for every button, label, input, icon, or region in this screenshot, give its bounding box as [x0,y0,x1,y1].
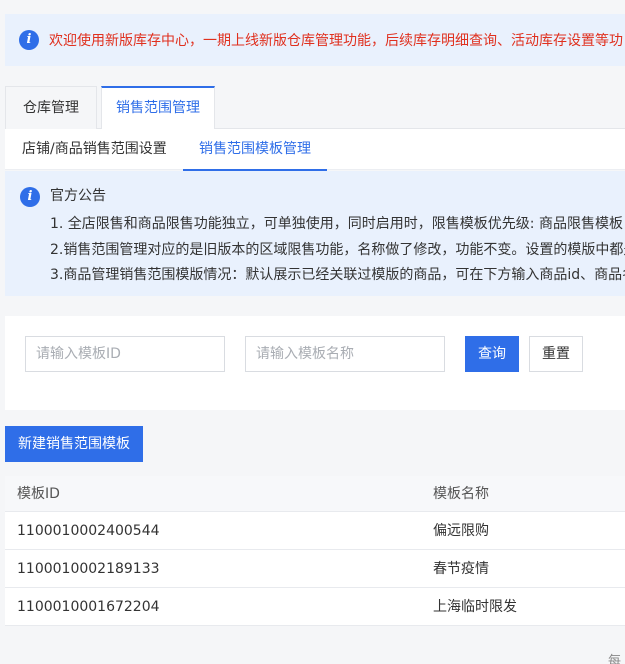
reset-button[interactable]: 重置 [529,336,583,372]
template-id-input[interactable] [25,336,225,372]
search-panel: 查询 重置 [5,316,625,410]
tab-sales-scope-management[interactable]: 销售范围管理 [101,86,215,130]
template-table: 模板ID 模板名称 1100010002400544 偏远限购 11000100… [5,476,625,626]
column-header-template-name: 模板名称 [433,486,489,502]
table-row[interactable]: 1100010002400544 偏远限购 [5,512,625,550]
template-id-cell: 1100010001672204 [17,599,160,615]
table-row[interactable]: 1100010001672204 上海临时限发 [5,588,625,626]
template-name-input[interactable] [245,336,445,372]
tab-warehouse-management[interactable]: 仓库管理 [5,86,97,129]
notice-line: 3.商品管理销售范围模版情况：默认展示已经关联过模版的商品，可在下方输入商品id… [50,267,625,283]
pagination-text: 每 [608,654,622,664]
official-notice: i 官方公告 1. 全店限售和商品限售功能独立，可单独使用，同时启用时，限售模板… [5,171,625,296]
subtab-store-product-scope[interactable]: 店铺/商品销售范围设置 [22,129,167,170]
subtab-scope-template-management[interactable]: 销售范围模板管理 [183,129,327,171]
notice-title: 官方公告 [50,188,106,204]
template-name-cell: 春节疫情 [433,561,489,577]
query-button[interactable]: 查询 [465,336,519,372]
announcement-banner: i 欢迎使用新版库存中心，一期上线新版仓库管理功能，后续库存明细查询、活动库存设… [5,14,625,66]
template-id-cell: 1100010002189133 [17,561,160,577]
notice-line: 2.销售范围管理对应的是旧版本的区域限售功能，名称做了修改，功能不变。设置的模版… [50,242,625,258]
template-name-cell: 上海临时限发 [433,599,517,615]
new-sales-scope-template-button[interactable]: 新建销售范围模板 [5,426,143,462]
template-name-cell: 偏远限购 [433,523,489,539]
notice-line: 1. 全店限售和商品限售功能独立，可单独使用，同时启用时，限售模板优先级: 商品… [50,216,625,232]
info-icon: i [19,30,39,50]
column-header-template-id: 模板ID [17,486,60,502]
main-tabs: 仓库管理 销售范围管理 [5,86,625,130]
table-row[interactable]: 1100010002189133 春节疫情 [5,550,625,588]
table-header: 模板ID 模板名称 [5,476,625,512]
template-id-cell: 1100010002400544 [17,523,160,539]
sub-tabs: 店铺/商品销售范围设置 销售范围模板管理 [5,129,625,171]
banner-text: 欢迎使用新版库存中心，一期上线新版仓库管理功能，后续库存明细查询、活动库存设置等… [49,33,623,49]
info-icon: i [20,187,40,207]
